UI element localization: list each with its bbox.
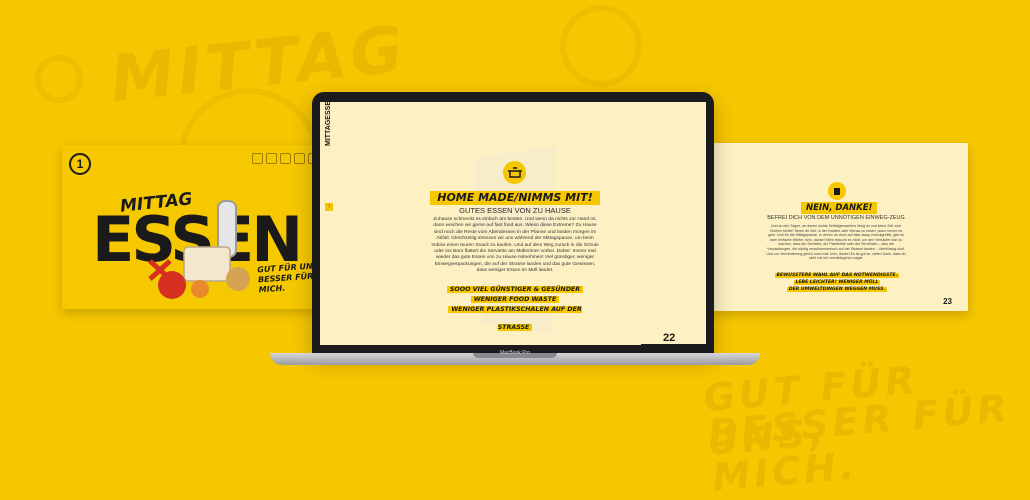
food-illustration-icon: [148, 200, 250, 299]
cup-icon: [294, 153, 305, 164]
lunchbox-shape: [183, 246, 231, 282]
bag-icon: [266, 153, 277, 164]
background-ring-shape: [560, 5, 642, 87]
pot-icon: [503, 161, 526, 184]
slide-body-text: Zuhause schmeckt es einfach am besten. U…: [431, 217, 599, 274]
slide-title: NEIN, DANKE!: [801, 202, 878, 214]
slide-number-badge: 1: [69, 153, 91, 175]
nav-up-button[interactable]: ↑: [325, 203, 333, 211]
box-icon: [280, 153, 291, 164]
nuts-shape: [226, 267, 250, 291]
highlight-line: WENIGER PLASTIKSCHALEN AUF DER STRASSE: [432, 298, 598, 334]
cross-mark-shape: [148, 259, 172, 281]
cup-icon: [828, 182, 846, 200]
page-number: 22: [663, 332, 676, 344]
side-title-label: MITTAGESSEN: [325, 95, 332, 146]
highlight-line: DER UMWELTDINGEN WEGGEN MUSS.: [786, 287, 888, 292]
laptop-brand-label: MacBook Pro: [499, 350, 530, 356]
slide-icon-row: [252, 153, 319, 164]
slide-body-text: Und an den Tagen, an denen nichts Selbst…: [766, 224, 906, 261]
page-number-underline: [641, 344, 706, 345]
slide-subtitle: BEFREI DICH VON DEM UNNÖTIGEN EINWEG-ZEU…: [767, 215, 905, 221]
background-circle-shape: [35, 55, 83, 103]
bread-shape: [191, 280, 209, 298]
slide-title: HOME MADE/NIMMS MIT!: [430, 191, 600, 205]
house-icon: [252, 153, 263, 164]
nein-danke-slide[interactable]: NEIN, DANKE! BEFREI DICH VON DEM UNNÖTIG…: [711, 143, 968, 311]
page-number: 23: [943, 297, 952, 306]
slide-subtitle: GUTES ESSEN VON ZU HAUSE: [459, 206, 571, 215]
title-slide[interactable]: 1 MITTAG ESSEN GUT FÜR UNS, BESSER FÜR M…: [62, 145, 327, 309]
